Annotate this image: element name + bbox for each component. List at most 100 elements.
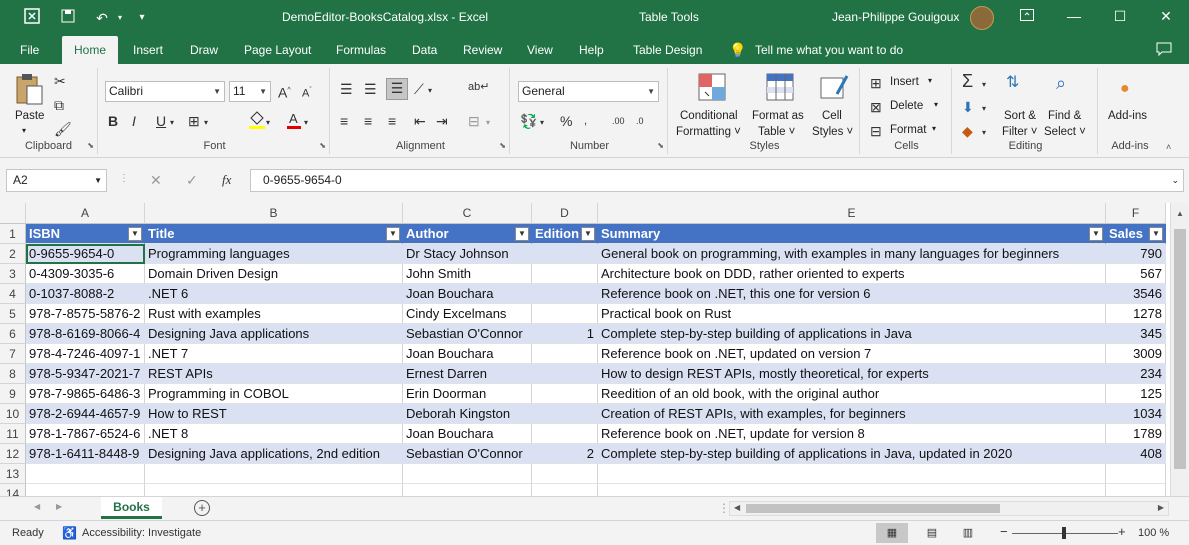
clipboard-launcher-icon[interactable]: ⬊ bbox=[87, 141, 94, 150]
scroll-sheets-right-icon[interactable]: ▶ bbox=[56, 502, 62, 511]
insert-function-icon[interactable]: fx bbox=[222, 172, 231, 188]
fill-icon[interactable]: ⬇ bbox=[962, 98, 974, 116]
fill-color-icon[interactable] bbox=[248, 110, 266, 134]
align-right-icon[interactable]: ≡ bbox=[388, 112, 396, 130]
font-size-select[interactable]: 11 ▼ bbox=[229, 81, 271, 102]
filter-dropdown-icon[interactable]: ▼ bbox=[386, 227, 400, 241]
table-cell[interactable]: Rust with examples bbox=[145, 304, 403, 324]
row-header[interactable]: 3 bbox=[0, 264, 26, 284]
table-cell[interactable]: Sebastian O'Connor bbox=[403, 324, 532, 344]
zoom-slider-thumb[interactable] bbox=[1062, 527, 1066, 539]
row-header[interactable]: 11 bbox=[0, 424, 26, 444]
tab-insert[interactable]: Insert bbox=[133, 36, 163, 64]
sort-filter-label-2[interactable]: Filter ˅ bbox=[1002, 126, 1037, 138]
user-name[interactable]: Jean-Philippe Gouigoux bbox=[832, 10, 959, 24]
select-all-corner[interactable] bbox=[0, 203, 26, 224]
table-header-cell[interactable]: Title ▼ bbox=[145, 224, 403, 244]
column-header-c[interactable]: C bbox=[403, 203, 532, 224]
table-cell[interactable]: Joan Bouchara bbox=[403, 344, 532, 364]
bottom-align-icon[interactable]: ☰ bbox=[386, 78, 408, 100]
tab-home[interactable]: Home bbox=[62, 36, 119, 64]
conditional-formatting-label-2[interactable]: Formatting ˅ bbox=[676, 126, 741, 138]
addins-button-label[interactable]: Add-ins bbox=[1108, 110, 1147, 122]
collapse-ribbon-icon[interactable]: ˄ bbox=[1166, 142, 1171, 152]
empty-cell[interactable] bbox=[532, 484, 598, 496]
table-cell[interactable]: 1278 bbox=[1106, 304, 1166, 324]
row-header[interactable]: 7 bbox=[0, 344, 26, 364]
tab-review[interactable]: Review bbox=[463, 36, 502, 64]
tab-data[interactable]: Data bbox=[412, 36, 437, 64]
table-cell[interactable]: Reference book on .NET, update for versi… bbox=[598, 424, 1106, 444]
format-as-table-label[interactable]: Format as bbox=[752, 110, 804, 122]
number-launcher-icon[interactable]: ⬊ bbox=[657, 141, 664, 150]
align-left-icon[interactable]: ≡ bbox=[340, 112, 348, 130]
table-cell[interactable]: How to REST bbox=[145, 404, 403, 424]
accounting-dropdown-icon[interactable]: ▾ bbox=[540, 114, 544, 132]
table-header-cell[interactable]: ISBN ▼ bbox=[26, 224, 145, 244]
horizontal-scroll-thumb[interactable] bbox=[746, 504, 1000, 513]
column-header-f[interactable]: F bbox=[1106, 203, 1166, 224]
borders-dropdown-icon[interactable]: ▾ bbox=[204, 114, 208, 132]
font-name-select[interactable]: Calibri ▼ bbox=[105, 81, 225, 102]
decrease-decimal-icon[interactable]: .0 bbox=[636, 112, 644, 130]
column-header-e[interactable]: E bbox=[598, 203, 1106, 224]
empty-cell[interactable] bbox=[1106, 464, 1166, 484]
table-cell[interactable]: REST APIs bbox=[145, 364, 403, 384]
table-cell[interactable]: 1 bbox=[532, 324, 598, 344]
table-header-cell[interactable]: Edition ▼ bbox=[532, 224, 598, 244]
new-sheet-button[interactable]: + bbox=[194, 500, 210, 516]
table-cell[interactable]: 125 bbox=[1106, 384, 1166, 404]
decrease-font-size-icon[interactable]: Aˇ bbox=[302, 82, 312, 103]
row-header[interactable]: 5 bbox=[0, 304, 26, 324]
name-box[interactable]: A2 ▼ bbox=[6, 169, 107, 192]
bold-icon[interactable]: B bbox=[108, 112, 118, 130]
zoom-out-button[interactable]: − bbox=[1000, 524, 1008, 539]
horizontal-scrollbar[interactable]: ◀ ▶ bbox=[729, 501, 1169, 516]
delete-cells-label[interactable]: Delete bbox=[890, 100, 923, 112]
row-header[interactable]: 13 bbox=[0, 464, 26, 484]
table-cell[interactable]: Complete step-by-step building of applic… bbox=[598, 444, 1106, 464]
table-header-cell[interactable]: Summary ▼ bbox=[598, 224, 1106, 244]
sort-filter-icon[interactable]: ⇅ bbox=[1006, 74, 1019, 92]
avatar[interactable] bbox=[970, 6, 994, 30]
table-cell[interactable]: 978-1-7867-6524-6 bbox=[26, 424, 145, 444]
ribbon-display-options-icon[interactable] bbox=[1004, 0, 1050, 32]
empty-cell[interactable] bbox=[145, 464, 403, 484]
row-header[interactable]: 4 bbox=[0, 284, 26, 304]
accessibility-icon[interactable]: ♿ bbox=[62, 526, 77, 540]
customize-toolbar-icon[interactable]: ▾ bbox=[132, 8, 152, 28]
insert-cells-icon[interactable]: ⊞ bbox=[870, 74, 882, 92]
table-cell[interactable]: Cindy Excelmans bbox=[403, 304, 532, 324]
undo-icon[interactable]: ↶ bbox=[92, 8, 112, 28]
empty-cell[interactable] bbox=[26, 484, 145, 496]
table-cell[interactable]: 978-5-9347-2021-7 bbox=[26, 364, 145, 384]
table-cell[interactable] bbox=[532, 424, 598, 444]
tab-file[interactable]: File bbox=[20, 36, 39, 64]
table-cell[interactable]: 978-4-7246-4097-1 bbox=[26, 344, 145, 364]
table-cell[interactable]: .NET 8 bbox=[145, 424, 403, 444]
close-button[interactable]: ✕ bbox=[1143, 0, 1189, 32]
table-cell[interactable]: 978-2-6944-4657-9 bbox=[26, 404, 145, 424]
sort-filter-label[interactable]: Sort & bbox=[1004, 110, 1036, 122]
table-cell[interactable] bbox=[532, 244, 598, 264]
table-cell[interactable]: 790 bbox=[1106, 244, 1166, 264]
row-header[interactable]: 1 bbox=[0, 224, 26, 244]
autosum-icon[interactable]: Σ bbox=[962, 72, 973, 90]
tab-formulas[interactable]: Formulas bbox=[336, 36, 386, 64]
table-cell[interactable]: 234 bbox=[1106, 364, 1166, 384]
empty-cell[interactable] bbox=[145, 484, 403, 496]
insert-dropdown-icon[interactable]: ▾ bbox=[928, 76, 932, 85]
table-cell[interactable]: Reedition of an old book, with the origi… bbox=[598, 384, 1106, 404]
addins-icon[interactable]: ● bbox=[1120, 80, 1130, 98]
decrease-indent-icon[interactable]: ⇤ bbox=[414, 112, 426, 130]
filter-dropdown-icon[interactable]: ▼ bbox=[515, 227, 529, 241]
page-break-view-icon[interactable]: ▥ bbox=[956, 523, 980, 543]
lightbulb-icon[interactable]: 💡 bbox=[729, 36, 746, 64]
table-cell[interactable]: Programming in COBOL bbox=[145, 384, 403, 404]
table-cell[interactable]: Designing Java applications, 2nd edition bbox=[145, 444, 403, 464]
filter-dropdown-icon[interactable]: ▼ bbox=[581, 227, 595, 241]
find-select-label[interactable]: Find & bbox=[1048, 110, 1081, 122]
page-layout-view-icon[interactable]: ▤ bbox=[920, 523, 944, 543]
table-cell[interactable]: Erin Doorman bbox=[403, 384, 532, 404]
comments-icon[interactable] bbox=[1156, 42, 1172, 59]
